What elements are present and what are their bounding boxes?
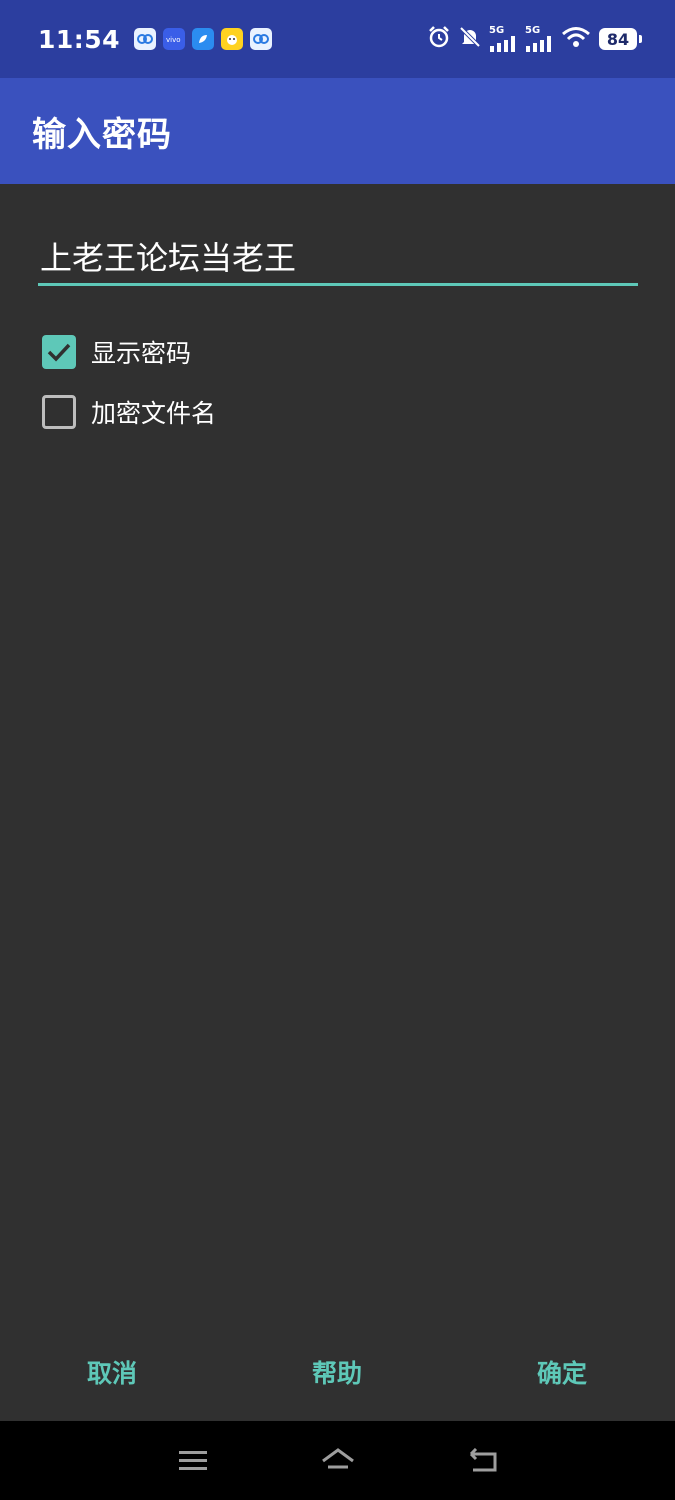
help-button[interactable]: 帮助: [287, 1345, 387, 1399]
baidu-netdisk-icon: [134, 28, 157, 50]
status-right: 5G 5G 84: [427, 25, 642, 53]
signal-bars-icon: [526, 36, 551, 52]
encrypt-filename-label: 加密文件名: [91, 399, 217, 428]
svg-text:vivo: vivo: [166, 36, 181, 43]
confirm-button[interactable]: 确定: [512, 1345, 612, 1399]
password-input[interactable]: [38, 228, 638, 286]
signal-1: 5G: [489, 26, 517, 52]
screen: 11:54 vivo 5G 5G 84 输入密码 上老王论坛当老王 显示密码 加…: [0, 0, 675, 1500]
app-bar: 输入密码: [0, 78, 675, 184]
home-icon[interactable]: [318, 1441, 358, 1481]
cancel-button[interactable]: 取消: [62, 1345, 162, 1399]
back-icon[interactable]: [463, 1441, 503, 1481]
status-bar: 11:54 vivo 5G 5G 84: [0, 0, 675, 78]
signal-2: 5G: [525, 26, 553, 52]
battery-indicator: 84: [599, 28, 642, 50]
wifi-icon: [561, 26, 591, 52]
show-password-checkbox[interactable]: [42, 335, 76, 369]
show-password-option[interactable]: 显示密码: [42, 334, 191, 370]
menu-icon[interactable]: [173, 1441, 213, 1481]
checkmark-icon: [47, 343, 71, 362]
game-app-icon: [221, 28, 244, 50]
signal-2-label: 5G: [525, 25, 541, 36]
show-password-label: 显示密码: [91, 339, 192, 368]
browser-icon: [192, 28, 215, 50]
notification-icons: vivo: [134, 28, 273, 50]
encrypt-filename-option[interactable]: 加密文件名: [42, 394, 216, 430]
status-time: 11:54: [38, 24, 121, 54]
alarm-icon: [427, 25, 451, 53]
page-title: 输入密码: [32, 114, 172, 155]
baidu-netdisk-icon: [250, 28, 273, 50]
signal-bars-icon: [490, 36, 515, 52]
navigation-bar: [0, 1421, 675, 1500]
encrypt-filename-checkbox[interactable]: [42, 395, 76, 429]
mute-bell-icon: [459, 25, 481, 53]
vivo-icon: vivo: [163, 28, 186, 50]
signal-1-label: 5G: [489, 25, 505, 36]
